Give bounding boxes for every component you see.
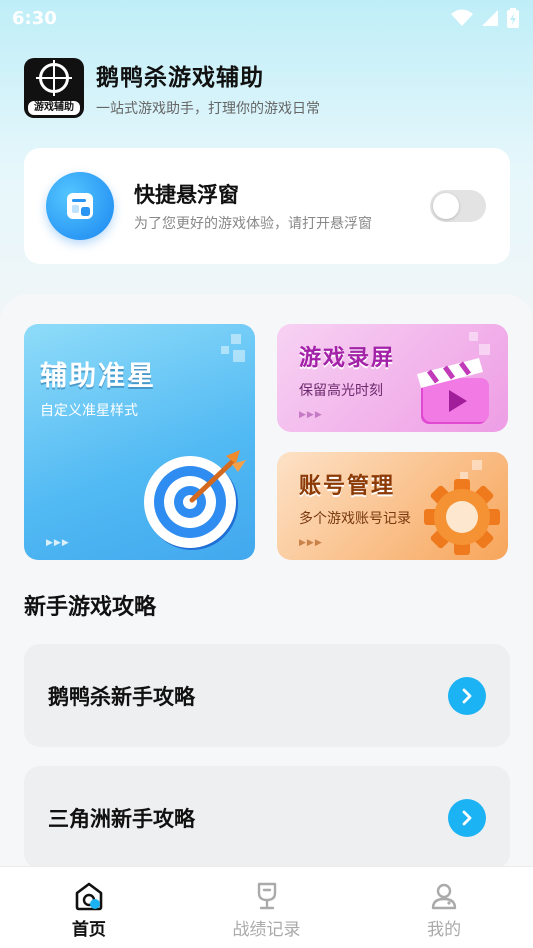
- screen-record-title: 游戏录屏: [299, 346, 396, 371]
- app-header: 游戏辅助 鹅鸭杀游戏辅助 一站式游戏助手，打理你的游戏日常: [24, 58, 320, 118]
- user-icon: [431, 883, 457, 910]
- chevron-right-icon[interactable]: [448, 798, 486, 837]
- app-titles: 鹅鸭杀游戏辅助 一站式游戏助手，打理你的游戏日常: [96, 58, 320, 118]
- account-manage-desc: 多个游戏账号记录: [299, 511, 411, 527]
- floating-window-toggle[interactable]: [430, 190, 486, 222]
- decoration: [231, 334, 241, 344]
- decoration: [469, 332, 478, 341]
- battery-icon: [507, 8, 519, 28]
- floating-window-title: 快捷悬浮窗: [134, 182, 239, 207]
- guides-section-title: 新手游戏攻略: [24, 595, 157, 620]
- decoration: [472, 460, 482, 470]
- decoration: [233, 350, 245, 362]
- status-time: 6:30: [12, 7, 57, 29]
- nav-label-records: 战绩记录: [232, 920, 301, 940]
- signal-icon: [482, 10, 498, 26]
- app-subtitle: 一站式游戏助手，打理你的游戏日常: [96, 101, 320, 117]
- nav-item-profile[interactable]: 我的: [355, 867, 533, 948]
- status-bar: 6:30: [0, 0, 533, 36]
- guide-label: 三角洲新手攻略: [48, 806, 195, 831]
- toggle-knob: [433, 193, 459, 219]
- account-manage-card[interactable]: 账号管理 多个游戏账号记录 ▶▶▶: [277, 452, 508, 560]
- chevron-right-icon[interactable]: [448, 676, 486, 715]
- wifi-icon: [451, 9, 473, 26]
- nav-label-profile: 我的: [427, 920, 462, 940]
- trophy-icon: [257, 882, 276, 910]
- account-card-dots: ▶▶▶: [299, 538, 323, 548]
- record-card-dots: ▶▶▶: [299, 410, 323, 420]
- app-title: 鹅鸭杀游戏辅助: [96, 65, 264, 91]
- home-icon: [75, 882, 103, 911]
- bottom-nav: 首页 战绩记录 我的: [0, 866, 533, 948]
- guide-label: 鹅鸭杀新手攻略: [48, 684, 195, 709]
- aim-card-dots: ▶▶▶: [46, 538, 70, 548]
- clapperboard-icon: [417, 358, 489, 424]
- screen-record-card[interactable]: 游戏录屏 保留高光时刻 ▶▶▶: [277, 324, 508, 432]
- nav-label-home: 首页: [71, 920, 106, 940]
- guide-item-delta-force[interactable]: 三角洲新手攻略: [24, 766, 510, 869]
- nav-item-home[interactable]: 首页: [0, 867, 178, 948]
- nav-item-records[interactable]: 战绩记录: [178, 867, 356, 948]
- floating-window-card: 快捷悬浮窗 为了您更好的游戏体验，请打开悬浮窗: [24, 148, 510, 264]
- app-logo: 游戏辅助: [24, 58, 84, 118]
- floating-window-description: 为了您更好的游戏体验，请打开悬浮窗: [134, 215, 372, 232]
- aim-assist-desc: 自定义准星样式: [40, 403, 138, 419]
- screen-record-desc: 保留高光时刻: [299, 383, 383, 399]
- status-icons: [451, 8, 519, 28]
- floating-window-icon: [46, 172, 114, 240]
- aim-assist-title: 辅助准星: [40, 361, 156, 392]
- gear-icon: [424, 479, 500, 555]
- floating-window-texts: 快捷悬浮窗 为了您更好的游戏体验，请打开悬浮窗: [134, 179, 422, 234]
- aim-assist-card[interactable]: 辅助准星 自定义准星样式 ▶▶▶: [24, 324, 255, 560]
- logo-text: 游戏辅助: [28, 101, 80, 115]
- account-manage-title: 账号管理: [299, 474, 396, 499]
- target-icon: [144, 450, 246, 550]
- crosshair-icon: [39, 63, 69, 93]
- decoration: [221, 346, 229, 354]
- guide-item-goose-duck[interactable]: 鹅鸭杀新手攻略: [24, 644, 510, 747]
